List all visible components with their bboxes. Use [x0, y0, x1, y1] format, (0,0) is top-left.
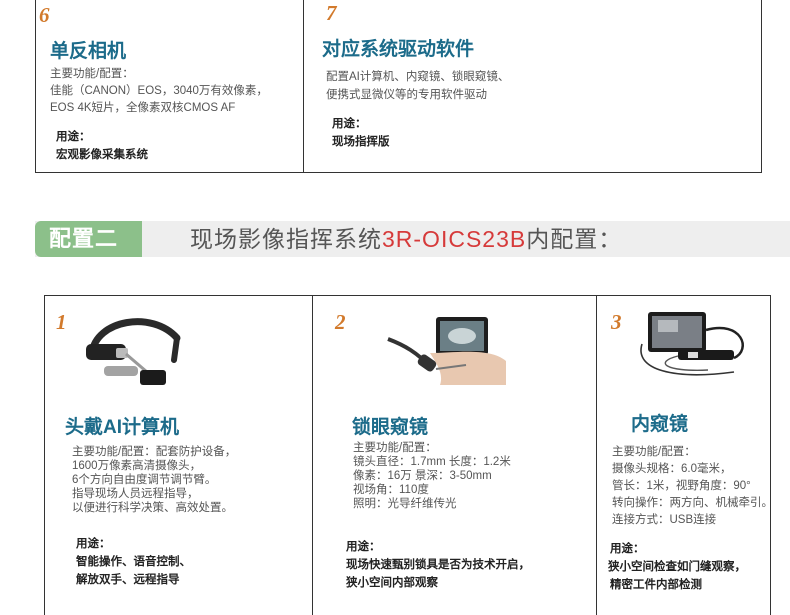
card-title: 头戴AI计算机 — [65, 417, 180, 438]
keyhole-scope-icon — [387, 317, 506, 385]
card-title: 单反相机 — [50, 41, 127, 62]
card-title: 内窥镜 — [631, 414, 689, 435]
card-description: 主要功能/配置： 摄像头规格：6.0毫米， 管长：1米，视野角度：90° 转向操… — [612, 446, 773, 526]
card-usage: 用途： 现场快速甄别锁具是否为技术开启， 狭小空间内部观察 — [346, 541, 530, 589]
card-title: 对应系统驱动软件 — [322, 39, 475, 60]
card-number: 2 — [335, 310, 346, 334]
config-badge: 配置二 — [35, 221, 142, 257]
card-usage: 用途： 狭小空间检查如门缝观察， 精密工件内部检测 — [608, 543, 746, 591]
card-title: 锁眼窥镜 — [352, 417, 429, 438]
card-usage: 用途： 宏观影像采集系统 — [56, 131, 148, 161]
card-description: 配置AI计算机、内窥镜、锁眼窥镜、 便携式显微仪等的专用软件驱动 — [326, 71, 510, 101]
endoscope-icon — [640, 312, 744, 376]
card-number: 1 — [56, 310, 67, 334]
card-usage: 用途： 智能操作、语音控制、 解放双手、远程指导 — [76, 538, 191, 586]
card-number: 6 — [39, 3, 50, 27]
card-description: 主要功能/配置： 佳能（CANON）EOS，3040万有效像素， EOS 4K短… — [50, 68, 268, 114]
card-number: 3 — [611, 310, 622, 334]
section-heading: 现场影像指挥系统3R-OICS23B内配置： — [190, 226, 623, 252]
headset-icon — [86, 318, 181, 385]
card-description: 主要功能/配置：配套防护设备， 1600万像素高清摄像头， 6个方向自由度调节调… — [72, 446, 237, 514]
card-number: 7 — [326, 1, 337, 25]
card-description: 主要功能/配置： 镜头直径：1.7mm 长度：1.2米 像素：16万 景深：3-… — [353, 442, 511, 510]
card-usage: 用途： 现场指挥版 — [332, 118, 390, 148]
model-number: 3R-OICS23B — [382, 226, 527, 252]
